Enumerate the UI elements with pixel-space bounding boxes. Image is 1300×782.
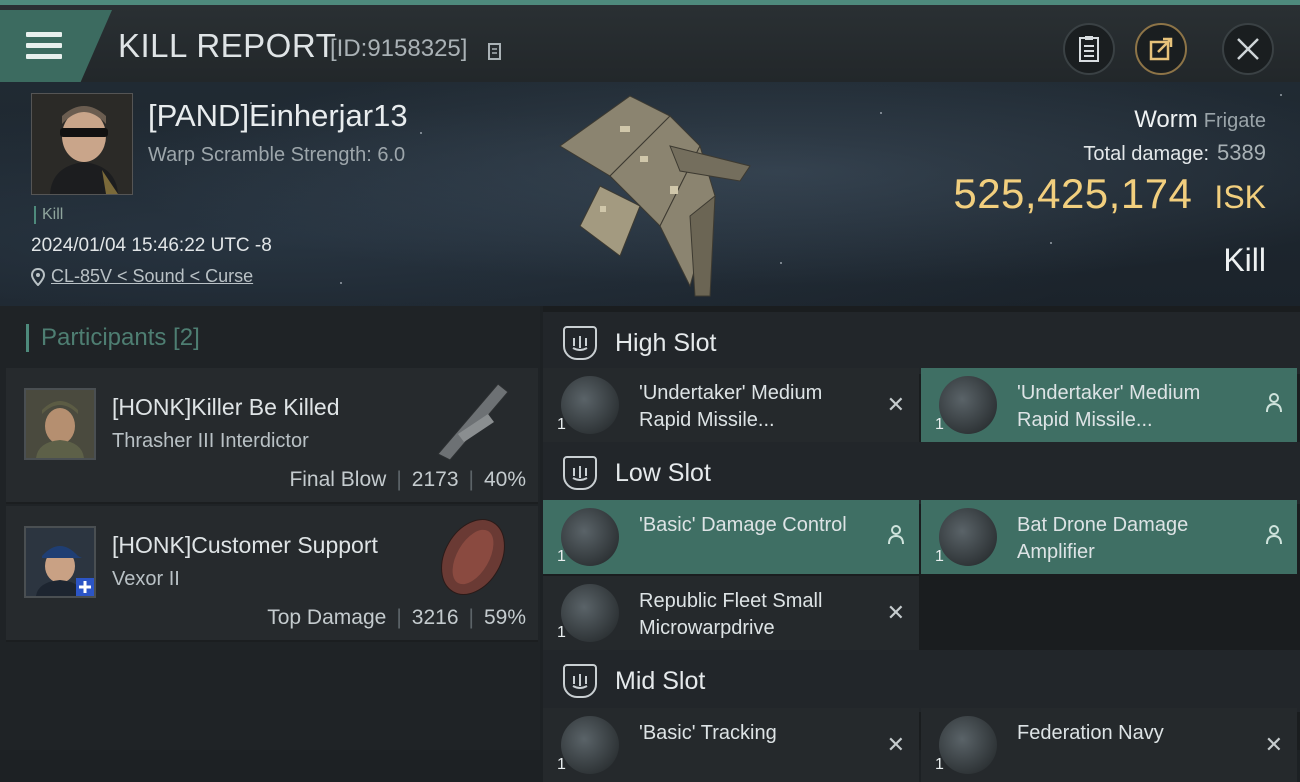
missile-launcher-icon	[561, 376, 619, 434]
module-item[interactable]: 1 'Undertaker' Medium Rapid Missile... ✕	[543, 368, 919, 442]
location-pin-icon	[31, 267, 45, 286]
slot-icon	[563, 326, 597, 360]
copy-icon[interactable]	[488, 41, 504, 61]
participants-panel: Participants [2] [HONK]Killer Be Killed …	[0, 306, 540, 750]
module-name: Federation Navy	[1017, 722, 1164, 744]
ship-render	[559, 95, 751, 297]
module-qty: 1	[557, 756, 566, 773]
participant-name: [HONK]Customer Support	[112, 532, 378, 558]
drone-amplifier-icon	[939, 508, 997, 566]
victim-ship[interactable]: Worm Frigate	[1134, 106, 1266, 134]
low-slot-title: Low Slot	[615, 458, 711, 487]
slot-icon	[563, 664, 597, 698]
participant-avatar	[24, 526, 96, 598]
module-qty: 1	[557, 416, 566, 433]
module-name: 'Basic' Tracking	[639, 722, 777, 744]
module-qty: 1	[557, 624, 566, 641]
participant-row[interactable]: [HONK]Killer Be Killed Thrasher III Inte…	[6, 368, 538, 504]
participant-stats: Top Damage | 3216 | 59%	[267, 606, 526, 629]
dropped-person-icon	[1266, 525, 1282, 545]
slot-icon	[563, 456, 597, 490]
module-qty: 1	[935, 756, 944, 773]
participant-percent: 40%	[483, 468, 526, 491]
participant-damage: 3216	[411, 606, 459, 629]
module-name: 'Undertaker' Medium Rapid Missile...	[1017, 382, 1201, 431]
dropped-person-icon	[888, 525, 904, 545]
participant-role: Top Damage	[267, 606, 387, 629]
participant-role: Final Blow	[289, 468, 387, 491]
victim-summary: [PAND]Einherjar13 Warp Scramble Strength…	[0, 82, 1300, 306]
victim-name[interactable]: [PAND]Einherjar13	[148, 98, 408, 134]
warp-scramble: Warp Scramble Strength: 6.0	[148, 144, 406, 166]
microwarpdrive-icon	[561, 584, 619, 642]
kill-location[interactable]: CL-85V < Sound < Curse	[31, 266, 253, 287]
report-id: [ID:9158325]	[330, 35, 468, 62]
module-item[interactable]: 1 Bat Drone Damage Amplifier	[921, 500, 1297, 574]
isk-value: 525,425,174	[953, 170, 1193, 217]
module-name: 'Basic' Damage Control	[639, 514, 847, 536]
participant-ship-image	[441, 519, 505, 595]
module-item[interactable]: 1 Federation Navy ✕	[921, 708, 1297, 782]
close-button[interactable]	[1222, 23, 1274, 75]
hamburger-icon	[26, 32, 62, 60]
close-icon	[1237, 38, 1259, 60]
total-damage: Total damage: 5389	[1083, 140, 1266, 166]
share-button[interactable]	[1135, 23, 1187, 75]
total-damage-label: Total damage:	[1083, 143, 1210, 165]
menu-button[interactable]	[0, 10, 112, 82]
destroyed-icon: ✕	[886, 392, 905, 417]
high-slot-title: High Slot	[615, 328, 717, 357]
tracking-module-icon	[561, 716, 619, 774]
participants-header: Participants [2]	[26, 324, 200, 352]
module-name: 'Undertaker' Medium Rapid Missile...	[639, 382, 823, 431]
victim-avatar[interactable]	[31, 93, 133, 195]
ship-class: Frigate	[1203, 110, 1266, 132]
module-qty: 1	[557, 548, 566, 565]
module-qty: 1	[935, 548, 944, 565]
high-slot-header: High Slot	[543, 312, 1300, 374]
module-name: Republic Fleet Small Microwarpdrive	[639, 590, 823, 639]
clipboard-icon	[1079, 36, 1099, 62]
isk-value-row: 525,425,174 ISK	[953, 170, 1266, 218]
participant-percent: 59%	[483, 606, 526, 629]
participant-ship-image	[437, 383, 509, 461]
destroyed-icon: ✕	[886, 732, 905, 757]
module-item[interactable]: 1 'Undertaker' Medium Rapid Missile...	[921, 368, 1297, 442]
total-damage-value: 5389	[1217, 140, 1266, 165]
destroyed-icon: ✕	[1264, 732, 1283, 757]
ship-name: Worm	[1134, 106, 1198, 133]
damage-control-icon	[561, 508, 619, 566]
participant-avatar	[24, 388, 96, 460]
kill-tag: Kill	[34, 206, 63, 224]
participant-stats: Final Blow | 2173 | 40%	[289, 468, 526, 491]
mid-slot-header: Mid Slot	[543, 650, 1300, 712]
kill-result: Kill	[1223, 242, 1266, 278]
module-name: Bat Drone Damage Amplifier	[1017, 514, 1189, 563]
participant-damage: 2173	[411, 468, 459, 491]
module-item[interactable]: 1 Republic Fleet Small Microwarpdrive ✕	[543, 576, 919, 650]
module-item[interactable]: 1 'Basic' Tracking ✕	[543, 708, 919, 782]
module-item[interactable]: 1 'Basic' Damage Control	[543, 500, 919, 574]
participant-ship: Vexor II	[112, 568, 180, 590]
navy-module-icon	[939, 716, 997, 774]
notes-button[interactable]	[1063, 23, 1115, 75]
top-bar: KILL REPORT [ID:9158325]	[0, 0, 1300, 82]
dropped-person-icon	[1266, 393, 1282, 413]
isk-unit: ISK	[1214, 179, 1266, 215]
low-slot-header: Low Slot	[543, 442, 1300, 504]
kill-datetime: 2024/01/04 15:46:22 UTC -8	[31, 235, 272, 256]
participant-row[interactable]: [HONK]Customer Support Vexor II Top Dama…	[6, 506, 538, 642]
share-icon	[1149, 37, 1173, 61]
fitting-panel: High Slot 1 'Undertaker' Medium Rapid Mi…	[543, 306, 1300, 782]
missile-launcher-icon	[939, 376, 997, 434]
destroyed-icon: ✕	[886, 600, 905, 625]
location-link[interactable]: CL-85V < Sound < Curse	[51, 266, 253, 287]
mid-slot-title: Mid Slot	[615, 666, 706, 695]
participant-ship: Thrasher III Interdictor	[112, 430, 309, 452]
page-title: KILL REPORT	[118, 27, 337, 64]
module-qty: 1	[935, 416, 944, 433]
participant-name: [HONK]Killer Be Killed	[112, 394, 340, 420]
